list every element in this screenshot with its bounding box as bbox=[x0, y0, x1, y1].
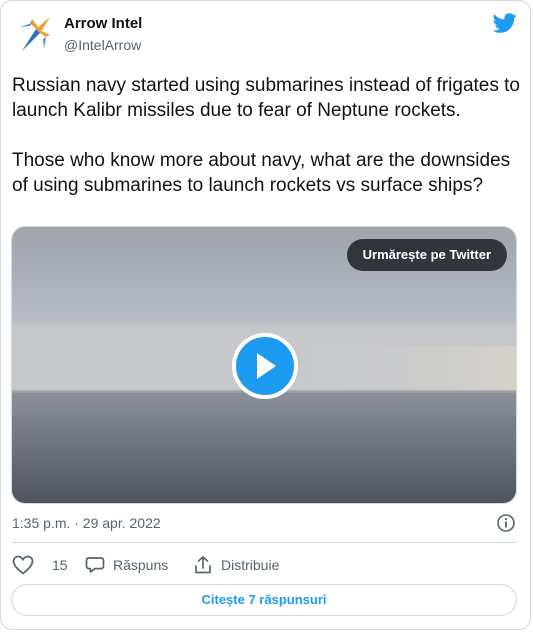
info-icon[interactable] bbox=[496, 513, 516, 533]
share-icon bbox=[195, 556, 211, 574]
share-button[interactable]: Distribuie bbox=[193, 552, 279, 578]
tweet-timestamp[interactable]: 1:35 p.m. · 29 apr. 2022 bbox=[12, 515, 161, 531]
avatar[interactable] bbox=[14, 13, 56, 55]
arrow-logo-icon bbox=[20, 17, 50, 51]
tweet-card: Arrow Intel @IntelArrow Russian navy sta… bbox=[0, 0, 531, 630]
watch-on-twitter-button[interactable]: Urmărește pe Twitter bbox=[346, 239, 507, 271]
reply-bubble-icon bbox=[85, 557, 105, 573]
author-name[interactable]: Arrow Intel bbox=[64, 15, 142, 32]
tweet-text: Russian navy started using submarines in… bbox=[12, 75, 520, 196]
play-icon bbox=[257, 353, 276, 379]
video-player[interactable]: Urmărește pe Twitter bbox=[11, 226, 517, 504]
play-button[interactable] bbox=[232, 333, 298, 399]
reply-button[interactable]: Răspuns bbox=[85, 552, 168, 578]
like-button[interactable]: 15 bbox=[12, 552, 68, 578]
heart-icon bbox=[12, 555, 34, 575]
author-handle[interactable]: @IntelArrow bbox=[64, 37, 141, 53]
divider bbox=[12, 542, 517, 543]
read-replies-button[interactable]: Citește 7 răspunsuri bbox=[11, 584, 517, 616]
share-label: Distribuie bbox=[221, 557, 280, 573]
reply-label: Răspuns bbox=[113, 557, 169, 573]
like-count: 15 bbox=[52, 557, 68, 573]
twitter-bird-icon[interactable] bbox=[492, 11, 517, 35]
